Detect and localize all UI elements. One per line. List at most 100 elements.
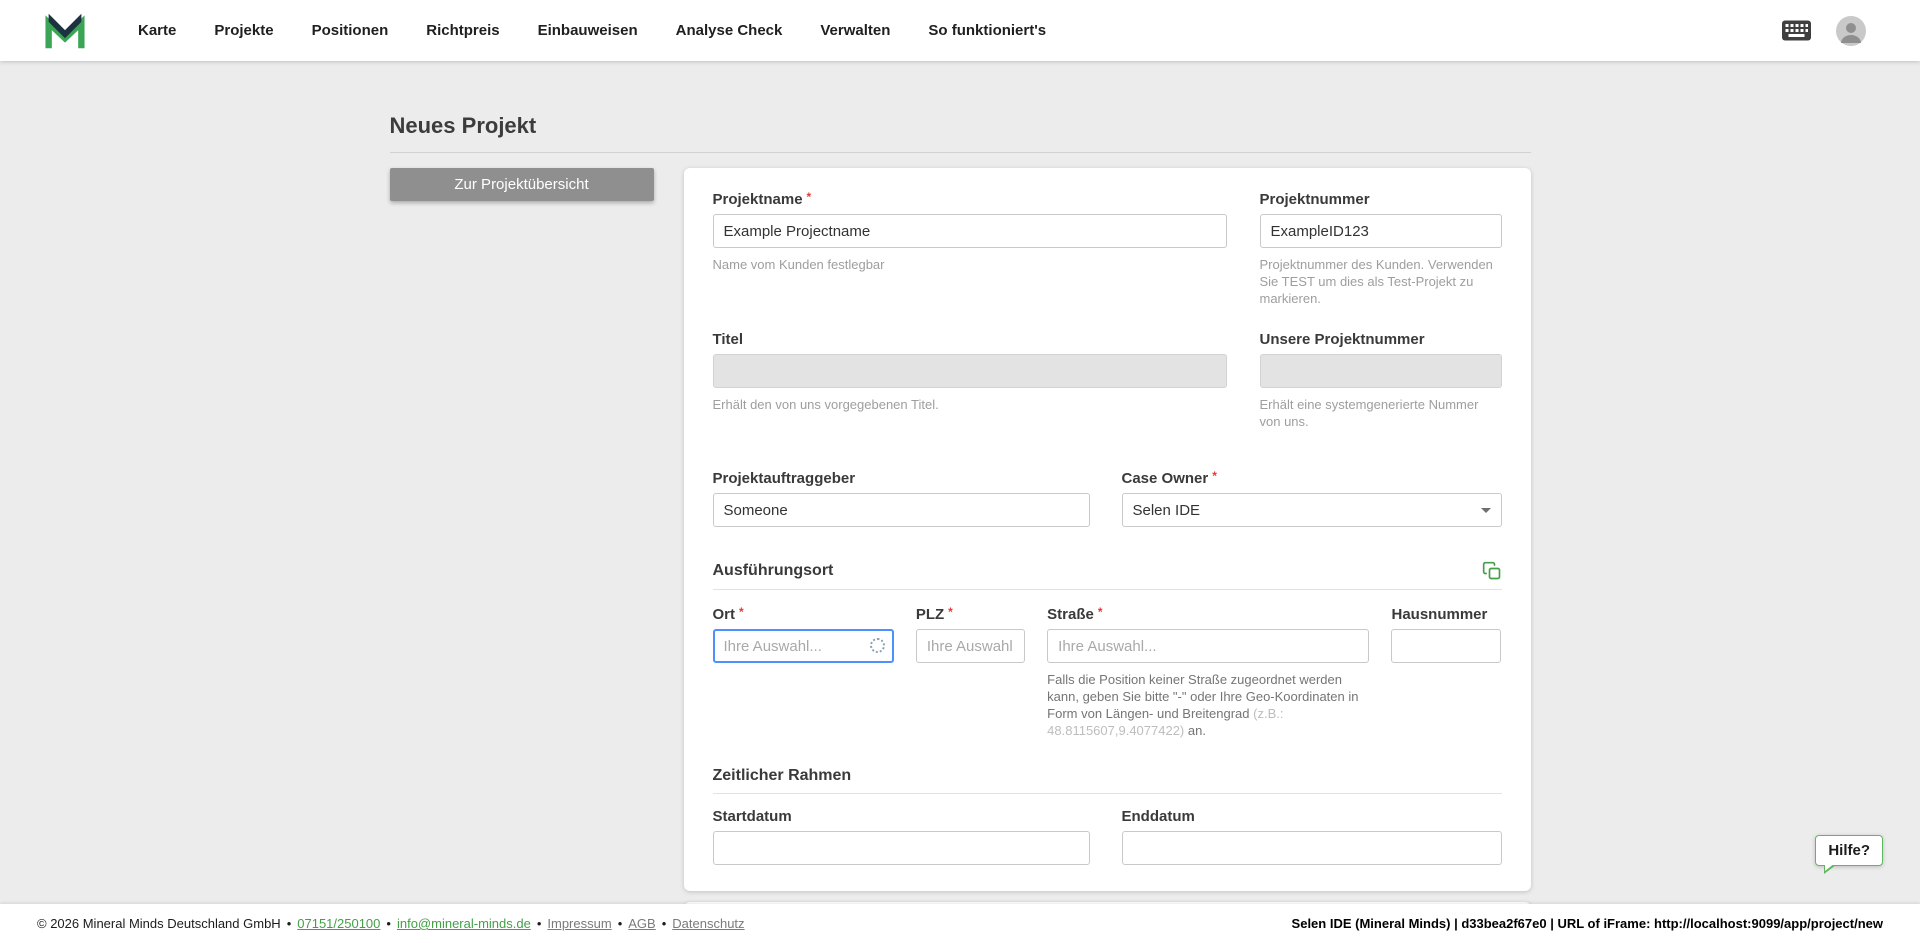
projektname-helper: Name vom Kunden festlegbar [713,256,1227,273]
case-owner-select[interactable]: Selen IDE [1122,493,1502,527]
hausnummer-field-group: Hausnummer [1391,606,1501,739]
strasse-input[interactable] [1047,629,1369,663]
footer-email-link[interactable]: info@mineral-minds.de [397,916,531,931]
footer-impressum-link[interactable]: Impressum [547,916,611,931]
section-head-zeitlicher-rahmen: Zeitlicher Rahmen [713,767,1502,785]
footer-session-info: Selen IDE (Mineral Minds) | d33bea2f67e0… [1292,916,1883,931]
page-container: Neues Projekt Zur Projektübersicht Proje… [390,61,1531,904]
required-asterisk: * [1212,468,1217,485]
nav-item-positionen[interactable]: Positionen [293,0,408,61]
section-title-zeitlicher-rahmen: Zeitlicher Rahmen [713,767,852,785]
form-row-dates: Startdatum Enddatum [713,808,1502,865]
section-title-ausfuehrungsort: Ausführungsort [713,562,834,580]
form-row-titel-number: Titel Erhält den von uns vorgegebenen Ti… [713,331,1502,430]
main-nav: Karte Projekte Positionen Richtpreis Ein… [119,0,1065,61]
help-button[interactable]: Hilfe? [1815,835,1883,866]
required-asterisk: * [739,604,744,621]
content-row: Zur Projektübersicht Projektname* Name v… [390,168,1531,904]
ort-field-group: Ort* [713,606,894,739]
enddatum-field-group: Enddatum [1122,808,1502,865]
footer-user-name: Selen IDE [1292,916,1352,931]
back-to-project-overview-button[interactable]: Zur Projektübersicht [390,168,654,201]
section-head-ausfuehrungsort: Ausführungsort [713,561,1502,581]
title-divider [390,152,1531,153]
projektnummer-helper: Projektnummer des Kunden. Verwenden Sie … [1260,256,1502,307]
help-button-label: Hilfe? [1828,842,1870,859]
titel-input [713,354,1227,388]
projektnummer-field-group: Projektnummer Projektnummer des Kunden. … [1260,191,1502,307]
projektauftraggeber-label: Projektauftraggeber [713,470,1090,487]
footer-phone-link[interactable]: 07151/250100 [297,916,380,931]
hausnummer-input[interactable] [1391,629,1501,663]
copy-icon[interactable] [1482,561,1502,581]
titel-helper: Erhält den von uns vorgegebenen Titel. [713,396,1227,413]
case-owner-selected-value: Selen IDE [1133,502,1201,519]
unsere-projektnummer-helper: Erhält eine systemgenerierte Nummer von … [1260,396,1502,430]
required-asterisk: * [1098,604,1103,621]
nav-item-so-funktionierts[interactable]: So funktioniert's [909,0,1065,61]
case-owner-label: Case Owner* [1122,470,1502,487]
footer-left: © 2026 Mineral Minds Deutschland GmbH • … [37,916,745,931]
section-divider [713,793,1502,794]
startdatum-input[interactable] [713,831,1090,865]
form-row-auftraggeber-owner: Projektauftraggeber Case Owner* Selen ID… [713,470,1502,527]
unsere-projektnummer-label: Unsere Projektnummer [1260,331,1502,348]
nav-item-karte[interactable]: Karte [119,0,195,61]
strasse-helper: Falls die Position keiner Straße zugeord… [1047,671,1369,739]
projektauftraggeber-field-group: Projektauftraggeber [713,470,1090,527]
ort-input-wrap [713,629,894,663]
topbar-right-actions [1781,16,1866,46]
strasse-field-group: Straße* Falls die Position keiner Straße… [1047,606,1369,739]
copyright-text: © 2026 Mineral Minds Deutschland GmbH [37,916,281,931]
footer-separator: • [618,916,623,931]
startdatum-field-group: Startdatum [713,808,1090,865]
projektname-label: Projektname* [713,191,1227,208]
section-divider [713,589,1502,590]
user-avatar[interactable] [1836,16,1866,46]
required-asterisk: * [948,604,953,621]
nav-item-verwalten[interactable]: Verwalten [801,0,909,61]
footer-separator: • [287,916,292,931]
case-owner-field-group: Case Owner* Selen IDE [1122,470,1502,527]
projektnummer-label: Projektnummer [1260,191,1502,208]
loading-spinner-icon [870,638,885,653]
titel-field-group: Titel Erhält den von uns vorgegebenen Ti… [713,331,1227,430]
footer-session-details: (Mineral Minds) | d33bea2f67e0 | URL of … [1352,916,1883,931]
required-asterisk: * [807,189,812,206]
mineral-minds-logo-icon [45,11,85,51]
startdatum-label: Startdatum [713,808,1090,825]
main-content: Neues Projekt Zur Projektübersicht Proje… [0,61,1920,904]
new-project-form-card: Projektname* Name vom Kunden festlegbar … [684,168,1531,891]
nav-item-projekte[interactable]: Projekte [195,0,292,61]
brand-logo[interactable] [45,11,85,51]
plz-input[interactable] [916,629,1025,663]
footer-separator: • [386,916,391,931]
footer-separator: • [662,916,667,931]
projektname-input[interactable] [713,214,1227,248]
plz-label: PLZ* [916,606,1025,623]
nav-item-analyse-check[interactable]: Analyse Check [657,0,802,61]
nav-item-richtpreis[interactable]: Richtpreis [407,0,518,61]
projektnummer-input[interactable] [1260,214,1502,248]
form-column: Projektname* Name vom Kunden festlegbar … [684,168,1531,904]
chevron-down-icon [1481,508,1491,513]
footer-datenschutz-link[interactable]: Datenschutz [672,916,744,931]
footer-agb-link[interactable]: AGB [628,916,655,931]
projektauftraggeber-input[interactable] [713,493,1090,527]
form-row-address: Ort* PLZ* [713,606,1502,739]
top-navbar: Karte Projekte Positionen Richtpreis Ein… [0,0,1920,61]
form-row-name-number: Projektname* Name vom Kunden festlegbar … [713,191,1502,307]
strasse-label: Straße* [1047,606,1369,623]
unsere-projektnummer-field-group: Unsere Projektnummer Erhält eine systemg… [1260,331,1502,430]
ort-label: Ort* [713,606,894,623]
footer: © 2026 Mineral Minds Deutschland GmbH • … [0,904,1920,943]
ort-input[interactable] [713,629,894,663]
enddatum-label: Enddatum [1122,808,1502,825]
footer-separator: • [537,916,542,931]
enddatum-input[interactable] [1122,831,1502,865]
nav-item-einbauweisen[interactable]: Einbauweisen [519,0,657,61]
projektname-field-group: Projektname* Name vom Kunden festlegbar [713,191,1227,307]
keyboard-icon[interactable] [1781,20,1812,41]
titel-label: Titel [713,331,1227,348]
plz-field-group: PLZ* [916,606,1025,739]
